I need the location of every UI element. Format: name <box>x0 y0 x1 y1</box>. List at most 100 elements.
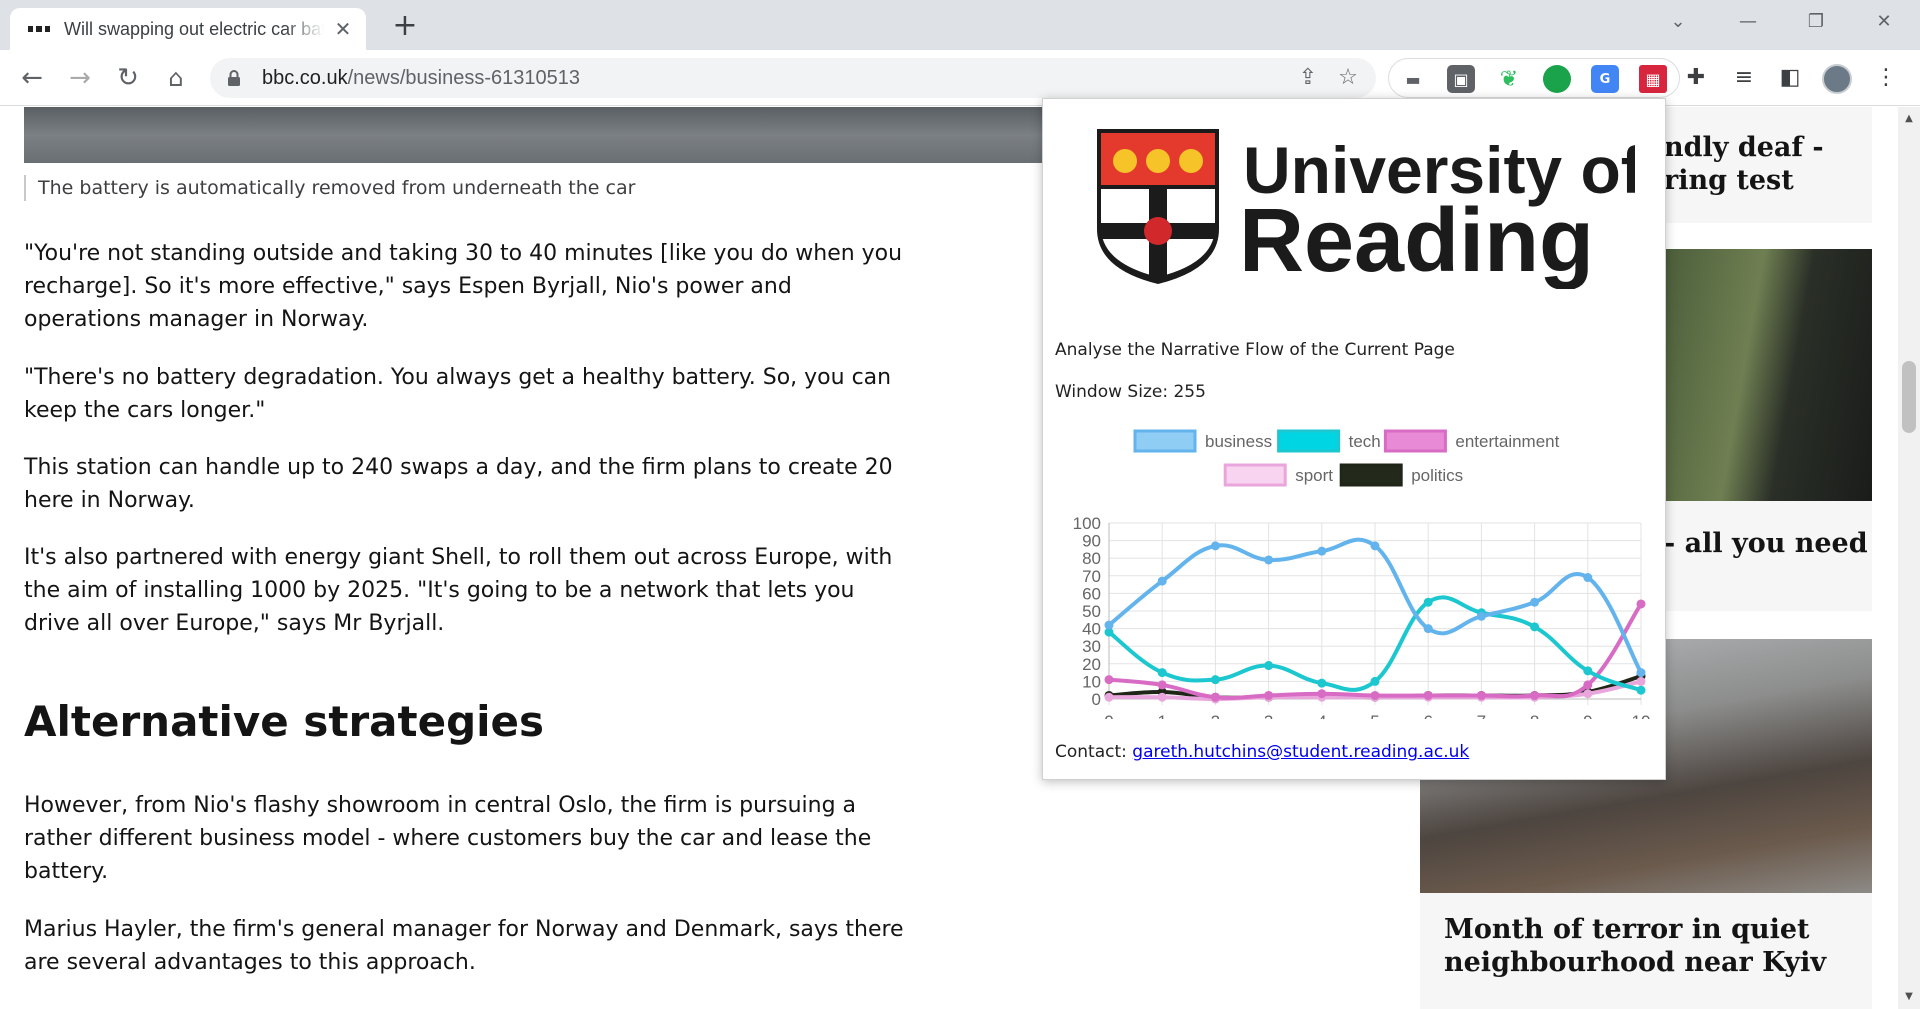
bookmark-star-icon[interactable]: ☆ <box>1334 64 1362 92</box>
legend-item[interactable]: sport <box>1223 463 1333 487</box>
article-paragraph: "You're not standing outside and taking … <box>24 241 903 332</box>
legend-swatch <box>1133 429 1197 453</box>
legend-label: sport <box>1295 466 1333 485</box>
share-icon[interactable]: ⇪ <box>1294 64 1322 92</box>
contact-email-link[interactable]: gareth.hutchins@student.reading.ac.uk <box>1132 742 1469 762</box>
page-scrollbar[interactable]: ▲ ▼ <box>1898 107 1920 1009</box>
legend-label: politics <box>1411 466 1463 485</box>
data-point-entertainment[interactable] <box>1476 690 1486 700</box>
sidebar-card-title: ndly deaf - ring test <box>1664 131 1824 197</box>
photo-caption: The battery is automatically removed fro… <box>24 175 635 201</box>
lock-icon <box>228 70 240 86</box>
data-point-entertainment[interactable] <box>1423 690 1433 700</box>
data-point-business[interactable] <box>1210 541 1220 551</box>
scroll-down-icon[interactable]: ▼ <box>1903 991 1915 1003</box>
data-point-entertainment[interactable] <box>1530 690 1540 700</box>
extensions-area: ▬ ▣ ❦ G ▦ <box>1388 58 1680 98</box>
data-point-business[interactable] <box>1157 576 1167 586</box>
data-point-entertainment[interactable] <box>1264 690 1274 700</box>
extension-minus-icon[interactable]: ▬ <box>1399 65 1427 93</box>
data-point-sport[interactable] <box>1104 692 1114 702</box>
reload-button[interactable]: ↻ <box>110 60 146 96</box>
back-button[interactable]: ← <box>14 60 50 96</box>
x-tick-label: 3 <box>1264 712 1273 719</box>
data-point-business[interactable] <box>1317 546 1327 556</box>
forward-button[interactable]: → <box>62 60 98 96</box>
data-point-business[interactable] <box>1264 555 1274 565</box>
data-point-sport[interactable] <box>1583 689 1593 699</box>
url-path: /news/business-61310513 <box>347 67 580 89</box>
popup-description: Analyse the Narrative Flow of the Curren… <box>1055 340 1455 360</box>
data-point-tech[interactable] <box>1423 597 1433 607</box>
side-panel-icon[interactable]: ◧ <box>1776 64 1804 92</box>
tab-strip: Will swapping out electric car batteries… <box>0 0 1920 50</box>
sidebar-card-title-line: ndly deaf - <box>1664 132 1824 163</box>
reading-list-icon[interactable]: ≡ <box>1730 64 1758 92</box>
extension-box-icon[interactable]: ▣ <box>1447 65 1475 93</box>
x-tick-label: 10 <box>1632 712 1651 719</box>
address-bar[interactable]: bbc.co.uk/news/business-61310513 ⇪ ☆ <box>210 58 1376 98</box>
data-point-entertainment[interactable] <box>1157 680 1167 690</box>
golfer-photo[interactable] <box>1664 249 1872 501</box>
sidebar-card-title: - all you need <box>1664 528 1868 559</box>
restore-button[interactable]: ❐ <box>1796 6 1836 38</box>
data-point-entertainment[interactable] <box>1370 690 1380 700</box>
legend-item[interactable]: business <box>1133 429 1272 453</box>
data-point-business[interactable] <box>1636 668 1646 678</box>
data-point-business[interactable] <box>1423 624 1433 634</box>
data-point-business[interactable] <box>1104 620 1114 630</box>
tab-close-icon[interactable]: ✕ <box>332 18 354 40</box>
new-tab-button[interactable]: + <box>390 11 420 42</box>
y-tick-label: 70 <box>1082 567 1101 586</box>
data-point-business[interactable] <box>1583 573 1593 583</box>
sidebar-card-title-line: Month of terror in quiet <box>1444 914 1810 945</box>
window-size-label: Window Size: 255 <box>1055 382 1206 402</box>
data-point-business[interactable] <box>1476 611 1486 621</box>
x-tick-label: 9 <box>1583 712 1592 719</box>
minimize-button[interactable]: — <box>1728 6 1768 38</box>
extensions-puzzle-icon[interactable]: ✚ <box>1682 64 1710 92</box>
data-point-business[interactable] <box>1530 597 1540 607</box>
sidebar-card-title-line: ring test <box>1664 165 1794 196</box>
data-point-entertainment[interactable] <box>1210 692 1220 702</box>
scroll-thumb[interactable] <box>1902 361 1916 433</box>
translate-extension-icon[interactable]: G <box>1591 65 1619 93</box>
data-point-entertainment[interactable] <box>1104 675 1114 685</box>
legend-item[interactable]: politics <box>1339 463 1463 487</box>
data-point-tech[interactable] <box>1530 622 1540 632</box>
y-tick-label: 20 <box>1082 655 1101 674</box>
menu-kebab-icon[interactable]: ⋮ <box>1872 64 1900 92</box>
data-point-tech[interactable] <box>1210 675 1220 685</box>
y-tick-label: 30 <box>1082 637 1101 656</box>
url-text: bbc.co.uk/news/business-61310513 <box>262 67 580 90</box>
data-point-business[interactable] <box>1370 541 1380 551</box>
data-point-entertainment[interactable] <box>1317 689 1327 699</box>
green-extension-icon[interactable] <box>1543 65 1571 93</box>
data-point-tech[interactable] <box>1583 666 1593 676</box>
data-point-sport[interactable] <box>1157 692 1167 702</box>
article-paragraph: It's also partnered with energy giant Sh… <box>24 545 893 636</box>
evernote-extension-icon[interactable]: ❦ <box>1495 65 1523 93</box>
tab-active[interactable]: Will swapping out electric car batteries… <box>10 8 366 50</box>
scroll-up-icon[interactable]: ▲ <box>1903 113 1915 125</box>
logo-line2: Reading <box>1239 191 1594 289</box>
legend-item[interactable]: tech <box>1277 429 1381 453</box>
legend-item[interactable]: entertainment <box>1383 429 1560 453</box>
data-point-entertainment[interactable] <box>1636 599 1646 609</box>
home-button[interactable]: ⌂ <box>158 60 194 96</box>
data-point-entertainment[interactable] <box>1583 680 1593 690</box>
x-tick-label: 1 <box>1157 712 1166 719</box>
data-point-tech[interactable] <box>1370 676 1380 686</box>
data-point-tech[interactable] <box>1264 661 1274 671</box>
battery-photo <box>24 107 1044 163</box>
close-window-button[interactable]: ✕ <box>1864 6 1904 38</box>
data-point-sport[interactable] <box>1636 676 1646 686</box>
data-point-tech[interactable] <box>1157 668 1167 678</box>
data-point-tech[interactable] <box>1636 685 1646 695</box>
profile-avatar[interactable] <box>1822 64 1852 94</box>
data-point-tech[interactable] <box>1317 678 1327 688</box>
x-tick-label: 4 <box>1317 712 1326 719</box>
reading-extension-icon[interactable]: ▦ <box>1639 65 1667 93</box>
tab-search-icon[interactable]: ⌄ <box>1658 6 1698 38</box>
sidebar-card[interactable]: Month of terror in quiet neighbourhood n… <box>1420 893 1872 1009</box>
